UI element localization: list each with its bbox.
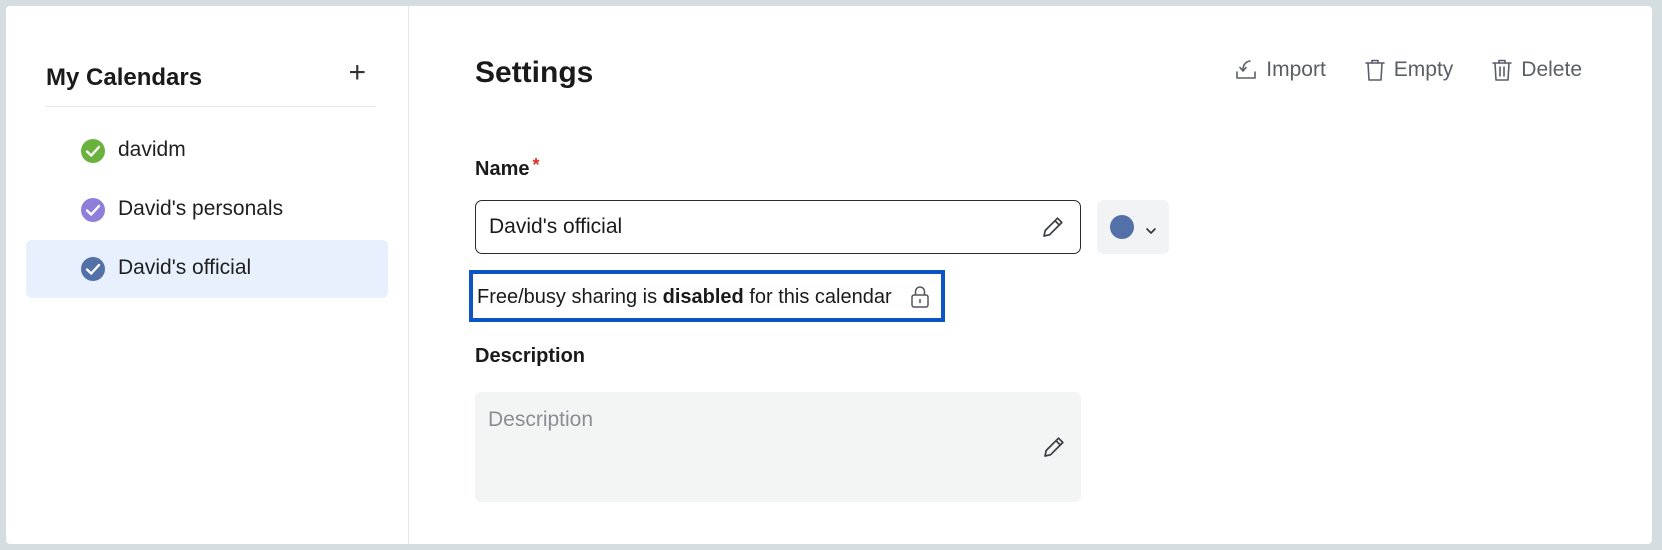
trash-icon [1364, 58, 1386, 82]
sidebar-item-davidm[interactable]: davidm [26, 122, 388, 180]
sidebar-item-label: David's personals [118, 197, 284, 220]
name-label: Name * [475, 155, 540, 181]
freebusy-notice: Free/busy sharing is disabled for this c… [469, 270, 945, 322]
required-mark: * [532, 155, 540, 175]
delete-label: Delete [1521, 58, 1582, 81]
name-input[interactable]: David's official [475, 200, 1081, 254]
pencil-icon[interactable] [1041, 434, 1067, 465]
sidebar-item-davids-official[interactable]: David's official [26, 240, 388, 298]
sidebar-item-label: davidm [118, 138, 186, 161]
import-icon [1234, 58, 1258, 82]
settings-panel: Settings Import Empty Delete Name * Davi… [409, 6, 1652, 544]
name-input-value: David's official [489, 215, 623, 238]
freebusy-prefix: Free/busy sharing is [477, 286, 658, 308]
lock-icon [909, 285, 931, 314]
check-circle-icon [80, 256, 106, 282]
sidebar-item-label: David's official [118, 256, 252, 279]
app-window: My Calendars + davidm David's personals … [6, 6, 1652, 544]
description-input[interactable]: Description [475, 392, 1081, 502]
delete-button[interactable]: Delete [1491, 58, 1582, 82]
check-circle-icon [80, 197, 106, 223]
check-circle-icon [80, 138, 106, 164]
sidebar: My Calendars + davidm David's personals … [6, 6, 409, 544]
description-placeholder: Description [488, 408, 594, 431]
add-calendar-button[interactable]: + [348, 58, 366, 88]
selected-color-swatch [1110, 215, 1134, 239]
delete-trash-icon [1491, 58, 1513, 82]
import-label: Import [1266, 58, 1326, 81]
pencil-icon[interactable] [1040, 214, 1066, 245]
freebusy-status: disabled [662, 286, 744, 308]
freebusy-text: Free/busy sharing is disabled for this c… [477, 286, 892, 309]
sidebar-header: My Calendars + [46, 56, 376, 107]
freebusy-suffix: for this calendar [749, 286, 892, 308]
empty-label: Empty [1393, 58, 1454, 81]
empty-button[interactable]: Empty [1364, 58, 1454, 82]
import-button[interactable]: Import [1234, 58, 1326, 82]
page-title: Settings [475, 56, 594, 89]
sidebar-title: My Calendars [46, 64, 203, 91]
sidebar-item-davids-personals[interactable]: David's personals [26, 181, 388, 239]
chevron-down-icon [1145, 222, 1157, 240]
color-picker[interactable] [1097, 200, 1169, 254]
description-label: Description [475, 345, 586, 367]
toolbar: Import Empty Delete [1234, 58, 1582, 82]
name-label-text: Name [475, 158, 530, 180]
